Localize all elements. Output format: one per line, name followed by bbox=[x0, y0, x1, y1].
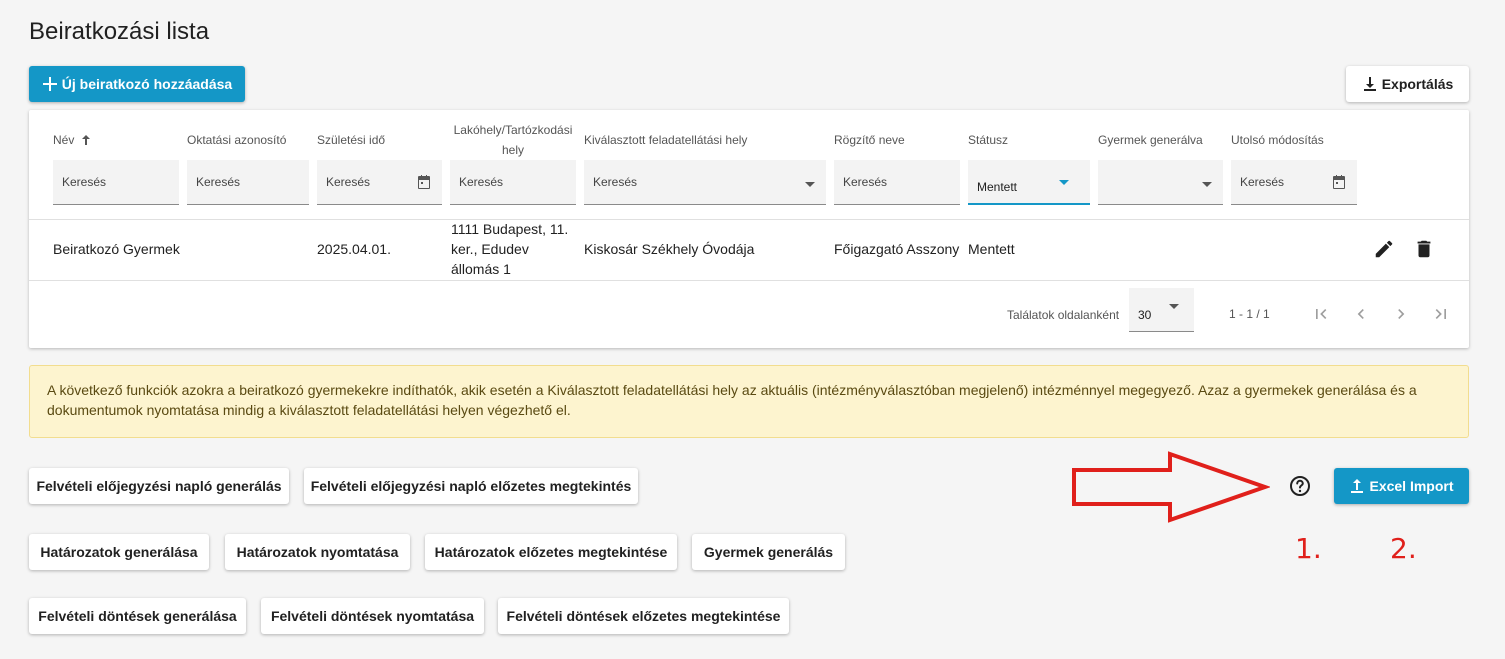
admission-decisions-generate-button[interactable]: Felvételi döntések generálása bbox=[29, 598, 246, 634]
admission-log-generate-button[interactable]: Felvételi előjegyzési napló generálás bbox=[29, 468, 289, 504]
sort-arrow-up-icon[interactable] bbox=[80, 134, 92, 146]
export-label: Exportálás bbox=[1381, 76, 1454, 92]
row-name: Beiratkozó Gyermek bbox=[53, 241, 180, 257]
institution-filter-select[interactable]: Keresés bbox=[584, 160, 826, 205]
chevron-down-icon bbox=[1201, 178, 1213, 192]
row-divider bbox=[29, 280, 1469, 281]
first-page-icon[interactable] bbox=[1309, 302, 1333, 326]
annotation-label-2: 2. bbox=[1390, 532, 1417, 565]
row-institution: Kiskosár Székhely Óvodája bbox=[584, 241, 755, 257]
row-status: Mentett bbox=[968, 241, 1015, 257]
upload-icon bbox=[1349, 478, 1365, 494]
column-header-generated[interactable]: Gyermek generálva bbox=[1098, 130, 1203, 150]
column-header-birth-date[interactable]: Születési idő bbox=[317, 130, 385, 150]
row-address: 1111 Budapest, 11. ker., Edudev állomás … bbox=[451, 221, 569, 277]
add-enrollee-label: Új beiratkozó hozzáadása bbox=[61, 76, 233, 92]
column-header-recorder[interactable]: Rögzítő neve bbox=[834, 130, 905, 150]
column-header-institution[interactable]: Kiválasztott feladatellátási hely bbox=[584, 130, 747, 150]
add-enrollee-button[interactable]: Új beiratkozó hozzáadása bbox=[29, 66, 245, 102]
page-range: 1 - 1 / 1 bbox=[1229, 307, 1270, 321]
prev-page-icon[interactable] bbox=[1349, 302, 1373, 326]
download-icon bbox=[1362, 76, 1378, 92]
calendar-icon[interactable] bbox=[1331, 174, 1347, 193]
admission-decisions-preview-button[interactable]: Felvételi döntések előzetes megtekintése bbox=[498, 598, 789, 634]
chevron-down-icon bbox=[1168, 300, 1180, 314]
column-header-status[interactable]: Státusz bbox=[968, 130, 1008, 150]
admission-log-preview-button[interactable]: Felvételi előjegyzési napló előzetes meg… bbox=[304, 468, 638, 504]
arrow-annotation-icon bbox=[1070, 450, 1272, 529]
generated-filter-select[interactable] bbox=[1098, 160, 1223, 205]
excel-import-label: Excel Import bbox=[1369, 478, 1454, 494]
column-header-name[interactable]: Név bbox=[53, 130, 92, 150]
recorder-filter-input[interactable]: Keresés bbox=[834, 160, 960, 205]
column-header-education-id[interactable]: Oktatási azonosító bbox=[187, 130, 286, 150]
calendar-icon[interactable] bbox=[416, 174, 432, 193]
row-recorder: Főigazgató Asszony bbox=[834, 241, 960, 257]
next-page-icon[interactable] bbox=[1389, 302, 1413, 326]
enrollment-table: Név Oktatási azonosító Születési idő Lak… bbox=[29, 110, 1469, 348]
birth-date-filter-input[interactable]: Keresés bbox=[317, 160, 442, 205]
row-birth-date: 2025.04.01. bbox=[317, 241, 391, 257]
per-page-label: Találatok oldalanként bbox=[1007, 308, 1120, 322]
excel-import-button[interactable]: Excel Import bbox=[1334, 468, 1469, 504]
edit-icon[interactable] bbox=[1373, 238, 1395, 265]
info-notice: A következő funkciók azokra a beiratkozó… bbox=[29, 365, 1469, 438]
page-title: Beiratkozási lista bbox=[29, 18, 210, 45]
address-filter-input[interactable]: Keresés bbox=[450, 160, 576, 205]
last-page-icon[interactable] bbox=[1429, 302, 1453, 326]
admission-decisions-print-button[interactable]: Felvételi döntések nyomtatása bbox=[261, 598, 484, 634]
export-button[interactable]: Exportálás bbox=[1346, 66, 1469, 102]
chevron-down-icon bbox=[1058, 176, 1070, 190]
column-header-last-modified[interactable]: Utolsó módosítás bbox=[1231, 130, 1324, 150]
decisions-generate-button[interactable]: Határozatok generálása bbox=[29, 534, 209, 570]
decisions-preview-button[interactable]: Határozatok előzetes megtekintése bbox=[425, 534, 677, 570]
decisions-print-button[interactable]: Határozatok nyomtatása bbox=[225, 534, 410, 570]
annotation-label-1: 1. bbox=[1295, 532, 1322, 565]
education-id-filter-input[interactable]: Keresés bbox=[187, 160, 309, 205]
chevron-down-icon bbox=[804, 178, 816, 192]
child-generate-button[interactable]: Gyermek generálás bbox=[692, 534, 845, 570]
last-modified-filter-input[interactable]: Keresés bbox=[1231, 160, 1357, 205]
delete-icon[interactable] bbox=[1413, 238, 1435, 265]
header-divider bbox=[29, 219, 1469, 220]
plus-icon bbox=[42, 76, 58, 92]
name-filter-input[interactable]: Keresés bbox=[53, 160, 179, 205]
column-header-address[interactable]: Lakóhely/Tartózkodási hely bbox=[450, 120, 576, 160]
status-filter-select[interactable]: Mentett bbox=[968, 160, 1090, 205]
help-icon[interactable] bbox=[1288, 474, 1312, 503]
per-page-select[interactable]: 30 bbox=[1129, 288, 1194, 332]
